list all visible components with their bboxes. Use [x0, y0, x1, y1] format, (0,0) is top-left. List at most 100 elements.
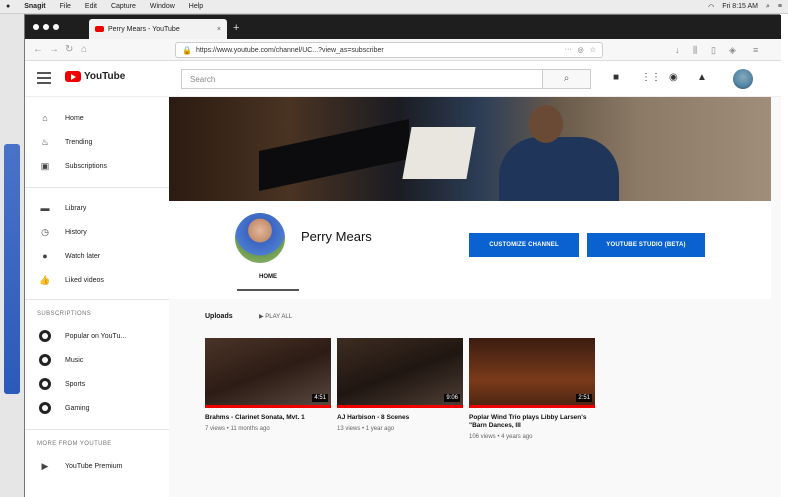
- play-all-button[interactable]: ▶ PLAY ALL: [259, 313, 292, 320]
- search-input[interactable]: Search: [181, 69, 543, 89]
- home-icon[interactable]: ⌂: [81, 44, 87, 55]
- sidebar-label: Sports: [65, 380, 86, 388]
- menu-icon[interactable]: [37, 72, 51, 84]
- video-meta: 7 views • 11 months ago: [205, 426, 270, 432]
- youtube-favicon-icon: [95, 26, 104, 32]
- extension-icon[interactable]: ◈: [729, 45, 736, 56]
- url-text[interactable]: https://www.youtube.com/channel/UC...?vi…: [196, 47, 384, 54]
- more-icon[interactable]: ···: [565, 46, 572, 54]
- new-tab-button[interactable]: +: [233, 22, 239, 34]
- forward-icon[interactable]: →: [49, 44, 59, 55]
- menu-file[interactable]: File: [60, 3, 71, 10]
- sidebar-item-subscriptions[interactable]: ▣ Subscriptions: [25, 155, 169, 177]
- play-all-label: PLAY ALL: [265, 314, 293, 320]
- video-thumbnail[interactable]: 2:51: [469, 338, 595, 408]
- more-from-youtube-header: MORE FROM YOUTUBE: [37, 441, 112, 447]
- subscription-music[interactable]: Music: [25, 349, 169, 371]
- sidebar-item-watch-later[interactable]: ● Watch later: [25, 245, 169, 267]
- dock-apps[interactable]: [4, 144, 20, 394]
- sidebar-item-home[interactable]: ⌂ Home: [25, 107, 169, 129]
- sidebar-label: YouTube Premium: [65, 462, 123, 470]
- home-icon: ⌂: [42, 113, 48, 123]
- sidebar-label: Liked videos: [65, 276, 104, 284]
- watch-progress-bar: [469, 405, 595, 408]
- subscription-sports[interactable]: Sports: [25, 373, 169, 395]
- video-card[interactable]: 9:06 AJ Harbison - 8 Scenes 13 views • 1…: [337, 338, 463, 432]
- zoom-dot-icon[interactable]: [53, 24, 59, 30]
- youtube-header: YouTube Search ⌕ ■ ⋮⋮ ◉ ▲: [25, 61, 781, 97]
- back-icon[interactable]: ←: [33, 44, 43, 55]
- video-card[interactable]: 4:51 Brahms - Clarinet Sonata, Mvt. 1 7 …: [205, 338, 331, 432]
- sidebar-item-history[interactable]: ◷ History: [25, 221, 169, 243]
- notification-icon[interactable]: ≡: [778, 3, 782, 11]
- video-title[interactable]: Brahms - Clarinet Sonata, Mvt. 1: [205, 414, 331, 422]
- subscriptions-header: SUBSCRIPTIONS: [37, 311, 92, 317]
- apps-grid-icon[interactable]: ⋮⋮: [641, 72, 661, 83]
- library-icon[interactable]: ⫼: [693, 45, 697, 56]
- wifi-icon[interactable]: ◠: [708, 3, 714, 11]
- sidebar-item-premium[interactable]: ▶ YouTube Premium: [25, 455, 169, 477]
- sidebar-item-trending[interactable]: ♨ Trending: [25, 131, 169, 153]
- subscription-gaming[interactable]: Gaming: [25, 397, 169, 419]
- video-duration: 2:51: [576, 394, 592, 402]
- menu-help[interactable]: Help: [189, 3, 203, 10]
- sidebar-label: Gaming: [65, 404, 90, 412]
- channel-main: Perry Mears CUSTOMIZE CHANNEL YOUTUBE ST…: [169, 97, 781, 497]
- tab-home[interactable]: HOME: [237, 265, 299, 291]
- video-title[interactable]: Poplar Wind Trio plays Libby Larsen's "B…: [469, 414, 595, 430]
- close-tab-icon[interactable]: ×: [217, 26, 221, 33]
- subscription-popular[interactable]: Popular on YouTu...: [25, 325, 169, 347]
- clock[interactable]: Fri 8:15 AM: [722, 3, 758, 11]
- video-duration: 9:06: [444, 394, 460, 402]
- menu-window[interactable]: Window: [150, 3, 175, 10]
- divider: [25, 299, 169, 300]
- video-card[interactable]: 2:51 Poplar Wind Trio plays Libby Larsen…: [469, 338, 595, 440]
- banner-piano: [259, 119, 409, 191]
- sidebar-toggle-icon[interactable]: ▯: [711, 45, 716, 56]
- divider: [25, 429, 169, 430]
- close-dot-icon[interactable]: [33, 24, 39, 30]
- menu-edit[interactable]: Edit: [85, 3, 97, 10]
- subscriptions-icon: ▣: [40, 160, 50, 171]
- sidebar-item-liked-videos[interactable]: 👍 Liked videos: [25, 269, 169, 291]
- clock-icon: ●: [42, 251, 48, 261]
- pocket-icon[interactable]: ◎: [578, 46, 584, 54]
- messages-icon[interactable]: ◉: [669, 72, 678, 83]
- sidebar-label: Watch later: [65, 252, 101, 260]
- video-thumbnail[interactable]: 4:51: [205, 338, 331, 408]
- youtube-logo[interactable]: YouTube: [65, 71, 125, 82]
- download-icon[interactable]: ↓: [675, 45, 680, 55]
- sidebar-label: Library: [65, 204, 87, 212]
- youtube-studio-button[interactable]: YOUTUBE STUDIO (BETA): [587, 233, 705, 257]
- bookmark-star-icon[interactable]: ☆: [590, 46, 596, 54]
- video-thumbnail[interactable]: 9:06: [337, 338, 463, 408]
- music-channel-icon: [39, 354, 51, 366]
- sidebar-item-library[interactable]: ▬ Library: [25, 197, 169, 219]
- browser-tab[interactable]: Perry Mears - YouTube ×: [89, 19, 227, 39]
- divider: [25, 187, 169, 188]
- browser-menu-icon[interactable]: ≡: [753, 45, 758, 55]
- mac-menu-bar: ● Snagit File Edit Capture Window Help ◠…: [0, 0, 788, 14]
- menu-app[interactable]: Snagit: [24, 3, 45, 10]
- account-avatar[interactable]: [733, 69, 753, 89]
- sidebar-label: Home: [65, 114, 84, 122]
- video-title[interactable]: AJ Harbison - 8 Scenes: [337, 414, 463, 422]
- notifications-bell-icon[interactable]: ▲: [697, 72, 707, 83]
- banner-sheet-music: [402, 127, 476, 179]
- url-bar[interactable]: 🔒 https://www.youtube.com/channel/UC...?…: [175, 42, 603, 58]
- browser-window: Perry Mears - YouTube × + ← → ↻ ⌂ 🔒 http…: [24, 14, 781, 497]
- customize-channel-button[interactable]: CUSTOMIZE CHANNEL: [469, 233, 579, 257]
- apple-icon[interactable]: ●: [6, 3, 10, 10]
- gaming-channel-icon: [39, 402, 51, 414]
- channel-avatar[interactable]: [235, 213, 285, 263]
- menu-capture[interactable]: Capture: [111, 3, 136, 10]
- reload-icon[interactable]: ↻: [65, 44, 73, 55]
- uploads-heading[interactable]: Uploads: [205, 313, 233, 320]
- minimize-dot-icon[interactable]: [43, 24, 49, 30]
- flame-icon: ♨: [40, 136, 50, 147]
- youtube-play-icon: [65, 71, 81, 82]
- spotlight-icon[interactable]: ⌕: [766, 3, 770, 11]
- watch-progress-bar: [337, 405, 463, 408]
- create-video-icon[interactable]: ■: [613, 72, 619, 83]
- search-button[interactable]: ⌕: [543, 69, 591, 89]
